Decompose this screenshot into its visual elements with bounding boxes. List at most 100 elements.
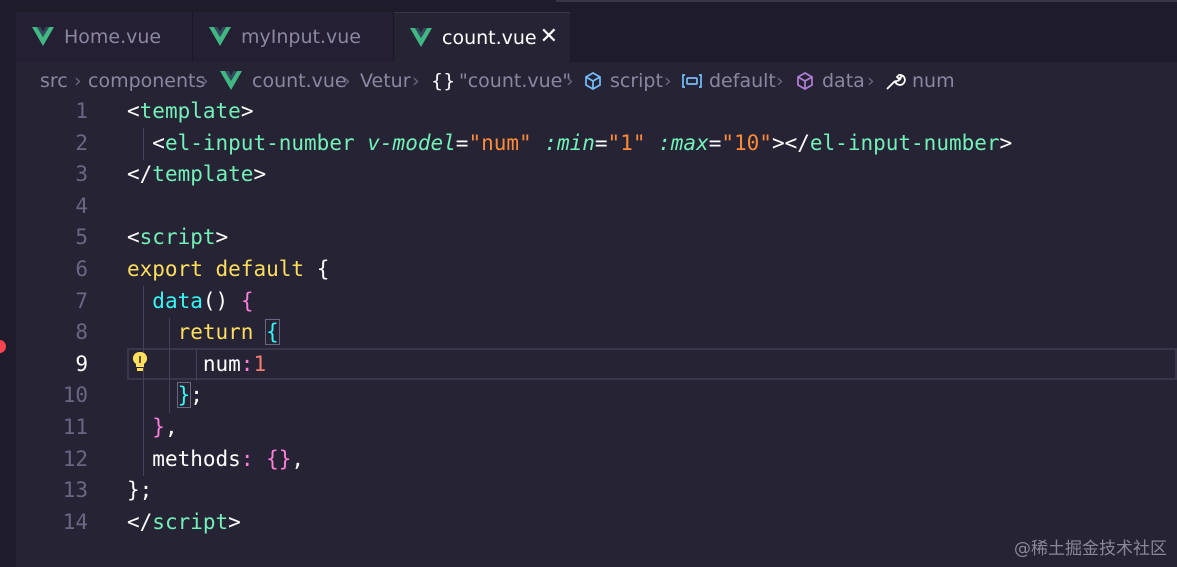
breadcrumb-item-data[interactable]: data <box>822 68 865 94</box>
tab-bar-border <box>556 0 1177 2</box>
token-property: methods <box>152 446 241 471</box>
token-tag: el-input-number <box>164 130 355 155</box>
cube-icon <box>585 72 601 90</box>
close-icon[interactable]: ✕ <box>540 25 558 49</box>
code-line-11: }, <box>127 412 178 444</box>
cube-icon <box>797 72 813 90</box>
line-number: 14 <box>62 509 88 534</box>
tab-myinput-vue[interactable]: myInput.vue <box>193 12 393 62</box>
line-number: 7 <box>75 288 88 313</box>
breadcrumb-item-src[interactable]: src <box>40 68 68 94</box>
code-line-1: <template> <box>127 96 253 128</box>
chevron-right-icon: › <box>201 70 209 92</box>
line-number: 6 <box>75 257 88 281</box>
token-string: "num" <box>468 130 532 155</box>
token-punct: : <box>240 446 254 471</box>
token-property: num <box>202 351 241 376</box>
token-punct: , <box>291 446 305 471</box>
breadcrumb-item-module[interactable]: "count.vue" <box>459 68 571 94</box>
line-number: 2 <box>75 130 88 155</box>
tab-label: myInput.vue <box>241 26 361 48</box>
chevron-right-icon: › <box>867 70 875 92</box>
token-punct: : <box>240 351 254 376</box>
token-brace: {} <box>266 446 292 471</box>
tab-home-vue[interactable]: Home.vue <box>16 12 192 62</box>
token-string: "10" <box>721 130 772 155</box>
token-string: "1" <box>607 130 646 155</box>
line-number: 8 <box>75 320 88 345</box>
token-punct: = <box>594 130 608 155</box>
wrench-icon <box>886 74 906 90</box>
code-line-10: }; <box>127 380 203 412</box>
token-attr: :min <box>544 130 595 155</box>
code-line-5: <script> <box>127 222 228 254</box>
vue-file-icon <box>209 27 231 46</box>
code-line-7: data() { <box>127 286 253 318</box>
token-punct: > <box>253 162 267 187</box>
object-braces-icon: {} <box>431 70 456 92</box>
token-brace: } <box>127 478 140 503</box>
token-punct: , <box>164 415 178 439</box>
breadcrumb-item-num[interactable]: num <box>912 68 955 94</box>
line-number: 12 <box>62 446 88 471</box>
token-tag: script <box>152 509 229 534</box>
token-punct: < <box>127 225 140 250</box>
token-brace: { <box>316 257 330 281</box>
line-number: 5 <box>75 225 88 250</box>
watermark: @稀土掘金技术社区 <box>1014 539 1167 559</box>
vue-file-icon <box>32 27 54 46</box>
breadcrumb-item-file[interactable]: count.vue <box>252 68 347 94</box>
breadcrumb-item-vetur[interactable]: Vetur <box>360 68 411 94</box>
token-punct: < <box>127 99 140 123</box>
line-number: 11 <box>62 415 88 439</box>
editor-tab-bar: Home.vue myInput.vue count.vue ✕ <box>16 0 1177 62</box>
breadcrumb-item-script[interactable]: script <box>610 68 663 94</box>
activity-edge <box>0 0 16 567</box>
code-line-8: return { <box>127 317 280 349</box>
token-punct: = <box>455 130 469 155</box>
code-line-6: export default { <box>127 254 329 286</box>
token-tag: template <box>139 99 241 123</box>
token-tag: template <box>152 162 254 187</box>
current-line-highlight <box>127 348 1177 380</box>
token-tag: script <box>139 225 216 250</box>
token-punct: () <box>202 288 229 313</box>
token-punct: ; <box>139 478 153 503</box>
code-editor[interactable]: 1 2 3 4 5 6 7 8 9 10 11 12 13 14 <templa… <box>16 96 1177 567</box>
token-attr: v-model <box>367 130 456 155</box>
token-punct: > <box>228 509 241 534</box>
token-punct: < <box>152 130 165 155</box>
token-tag: el-input-number <box>809 130 1000 155</box>
token-keyword: default <box>215 257 305 281</box>
token-function: data <box>152 288 203 313</box>
tab-label: Home.vue <box>64 26 162 48</box>
token-keyword: export <box>127 257 203 281</box>
token-brace-matched: } <box>176 382 192 409</box>
breadcrumb-item-components[interactable]: components <box>88 68 205 94</box>
chevron-right-icon: › <box>343 70 351 92</box>
tab-count-vue[interactable]: count.vue ✕ <box>394 12 570 62</box>
breadcrumb-item-default[interactable]: default <box>709 68 776 94</box>
token-attr: :max <box>658 130 709 155</box>
token-brace: { <box>240 288 254 313</box>
code-line-12: methods: {}, <box>127 444 304 476</box>
line-number: 13 <box>62 478 88 503</box>
tab-label: count.vue <box>442 26 537 49</box>
token-punct: ></ <box>771 130 810 155</box>
token-brace-matched: { <box>265 319 280 346</box>
token-punct: </ <box>127 162 153 187</box>
token-punct: = <box>708 130 722 155</box>
code-line-13: }; <box>127 475 152 507</box>
